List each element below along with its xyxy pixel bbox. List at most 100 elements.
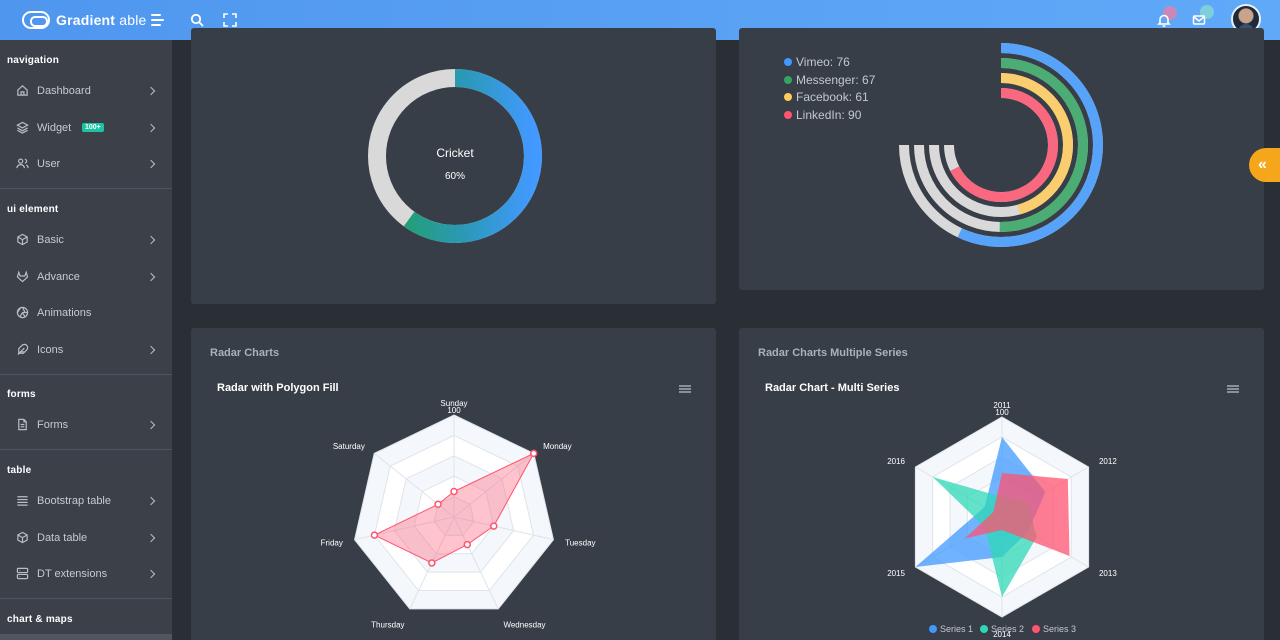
legend-item[interactable]: Facebook: 61 <box>784 90 869 104</box>
chevron-right-icon <box>146 123 156 132</box>
radar-category-label: Saturday <box>333 442 365 451</box>
legend-item[interactable]: Messenger: 67 <box>784 73 875 87</box>
sidebar-item-dt-extensions[interactable]: DT extensions <box>0 559 172 589</box>
legend-item[interactable]: Series 1 <box>929 624 973 634</box>
sidebar-section-title: ui element <box>7 204 59 215</box>
mail-icon[interactable] <box>1190 11 1208 29</box>
radar-chart: SundayMondayTuesdayWednesdayThursdayFrid… <box>321 399 596 630</box>
legend-marker <box>784 58 792 66</box>
radial-bar-linkedin <box>950 88 1058 202</box>
sidebar-item-icons[interactable]: Icons <box>0 335 172 365</box>
legend-item[interactable]: Series 2 <box>980 624 1024 634</box>
sidebar-active-item[interactable] <box>0 634 172 640</box>
sidebar-divider <box>0 374 172 375</box>
radar-point <box>450 487 458 496</box>
gitlab-icon <box>16 270 29 283</box>
radar-category-label: Friday <box>321 538 343 547</box>
radar-point <box>490 522 498 530</box>
sidebar-item-basic[interactable]: Basic <box>0 225 172 255</box>
legend-label: Series 2 <box>991 624 1025 634</box>
box-icon <box>16 233 29 246</box>
aperture-icon <box>16 306 29 319</box>
radar-point <box>529 449 538 458</box>
sidebar-item-label: Basic <box>37 234 64 246</box>
align-justify-icon <box>16 494 29 507</box>
sidebar-item-widget[interactable]: Widget 100+ <box>0 113 172 143</box>
feather-icon <box>16 343 29 356</box>
radar-category-label: 2012 <box>1099 457 1117 466</box>
file-text-icon <box>16 418 29 431</box>
fullscreen-icon[interactable] <box>221 11 239 29</box>
sidebar-item-dashboard[interactable]: Dashboard <box>0 76 172 106</box>
brand-name-bold: Gradient <box>56 12 116 28</box>
sidebar-item-label: DT extensions <box>37 568 108 580</box>
sidebar-item-data-table[interactable]: Data table <box>0 523 172 553</box>
radar-point <box>463 540 472 549</box>
legend-label: LinkedIn: 90 <box>796 107 862 122</box>
layers-icon <box>16 121 29 134</box>
radar-category-label: 2013 <box>1099 569 1117 578</box>
chevron-right-icon <box>146 86 156 96</box>
radar-multi-card: Radar Charts Multiple Series Radar Chart… <box>739 328 1264 640</box>
sidebar-section-title: navigation <box>7 55 60 66</box>
radar-point <box>428 559 436 567</box>
sidebar-item-label: Bootstrap table <box>37 495 111 507</box>
legend-item[interactable]: LinkedIn: 90 <box>784 108 861 122</box>
radar-point <box>370 531 379 539</box>
legend-marker <box>784 75 792 84</box>
chevron-right-icon <box>146 569 156 579</box>
chevron-right-icon <box>146 235 156 245</box>
sidebar-item-animations[interactable]: Animations <box>0 298 172 328</box>
sidebar: navigation Dashboard Widget 100+ User ui elem… <box>0 40 172 640</box>
radar-card: Radar Charts Radar with Polygon Fill Sun… <box>191 328 716 640</box>
legend-item[interactable]: Series 3 <box>1032 624 1076 634</box>
legend-item[interactable]: Vimeo: 76 <box>784 55 850 69</box>
legend-marker <box>784 110 792 119</box>
donut-center-value: 60% <box>444 171 465 182</box>
customizer-toggle-button[interactable]: « <box>1249 148 1280 182</box>
brand-logo[interactable]: Gradient able <box>22 9 147 31</box>
users-icon <box>16 157 29 170</box>
legend-marker <box>980 625 988 633</box>
chevron-right-icon <box>146 159 156 169</box>
sidebar-divider <box>0 449 172 450</box>
legend-label: Series 1 <box>940 624 974 634</box>
sidebar-item-label: Data table <box>37 531 88 544</box>
legend-marker <box>1032 625 1040 633</box>
brand-name-light: able <box>115 12 147 28</box>
sidebar-item-bootstrap-table[interactable]: Bootstrap table <box>0 486 172 516</box>
search-icon[interactable] <box>188 11 206 29</box>
radar-category-label: 2015 <box>887 569 905 578</box>
chevron-right-icon <box>146 272 156 281</box>
radar-category-label: 2016 <box>887 457 905 466</box>
legend-label: Vimeo: 76 <box>796 55 850 69</box>
radar-category-label: Wednesday <box>503 621 545 630</box>
legend-marker <box>929 625 937 633</box>
legend-label: Facebook: 61 <box>796 90 869 104</box>
legend-label: Series 3 <box>1043 624 1077 634</box>
chevron-right-icon <box>146 496 156 506</box>
donut-center-label: Cricket <box>436 146 474 160</box>
home-icon <box>16 84 29 97</box>
sidebar-item-label: Animations <box>37 307 92 320</box>
chevron-right-icon <box>146 533 156 542</box>
donut-chart <box>368 69 542 243</box>
radial-bar-card: Vimeo: 76 Messenger: 67 Facebook: 61 Linked… <box>739 28 1264 290</box>
sidebar-item-forms[interactable]: Forms <box>0 410 172 440</box>
legend-label: Messenger: 67 <box>796 72 876 87</box>
radar-point <box>434 500 442 509</box>
server-icon <box>16 567 29 580</box>
sidebar-section-title: chart & maps <box>7 614 73 625</box>
sidebar-section-title: table <box>7 465 32 476</box>
radar-category-label: Thursday <box>371 621 404 630</box>
box-icon <box>16 531 29 544</box>
sidebar-item-user[interactable]: User <box>0 149 172 179</box>
sidebar-item-advance[interactable]: Advance <box>0 262 172 292</box>
menu-icon[interactable] <box>150 11 168 29</box>
sidebar-item-label: Widget <box>37 121 72 134</box>
chevron-right-icon <box>146 420 156 430</box>
sidebar-divider <box>0 598 172 599</box>
sidebar-item-label: Forms <box>37 419 69 431</box>
bell-icon[interactable] <box>1155 11 1173 29</box>
legend-marker <box>784 93 792 101</box>
